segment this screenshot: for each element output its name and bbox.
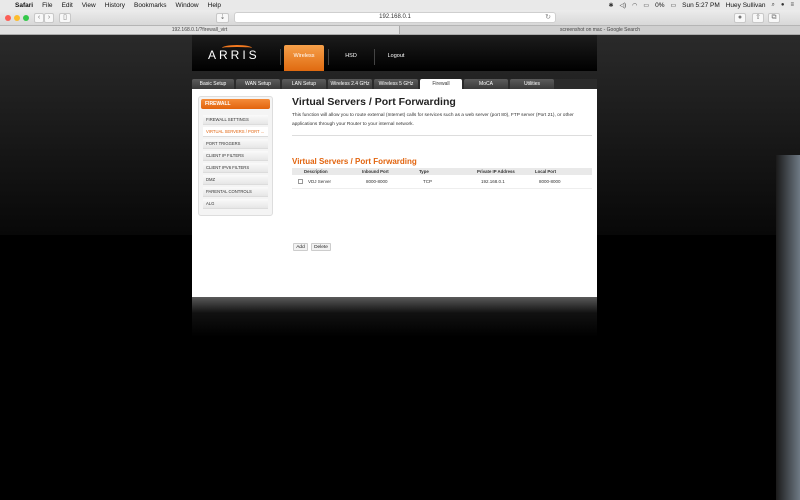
notification-center-icon[interactable]: ≡ [790,2,794,8]
menu-window[interactable]: Window [176,2,199,9]
col-private-ip: Private IP Address [477,169,515,174]
menu-help[interactable]: Help [208,2,221,9]
airplay-icon[interactable]: ▭ [643,2,649,9]
tab-wireless-24[interactable]: Wireless 2.4 GHz [328,79,372,89]
sidebar-header: FIREWALL [201,99,270,109]
sidebar-item-parental-controls[interactable]: PARENTAL CONTROLS [203,187,268,197]
minimize-window-button[interactable] [14,15,20,21]
col-inbound-port: Inbound Port [362,169,389,174]
table-header: Description Inbound Port Type Private IP… [292,168,592,175]
forward-button[interactable]: › [44,13,54,23]
nav-wireless[interactable]: Wireless [284,45,324,71]
col-local-port: Local Port [535,169,557,174]
extension-button[interactable]: ● [734,13,746,23]
menu-file[interactable]: File [42,2,52,9]
tabs-overview-button[interactable]: ⧉ [768,13,780,23]
reload-icon[interactable]: ↻ [545,13,551,22]
content-panel: FIREWALL FIREWALL SETTINGS VIRTUAL SERVE… [192,89,597,297]
cell-local-port: 8000-8000 [539,179,561,184]
bluetooth-icon[interactable]: ✱ [609,2,614,9]
add-button[interactable]: Add [293,243,308,251]
tab-moca[interactable]: MoCA [464,79,508,89]
sidebar-item-client-ipv6-filters[interactable]: CLIENT IPV6 FILTERS [203,163,268,173]
table-row[interactable]: VDJ Server 8000-8000 TCP 192.168.0.1 800… [292,175,592,189]
close-window-button[interactable] [5,15,11,21]
port-forwarding-table: Description Inbound Port Type Private IP… [292,168,592,189]
battery-percent: 0% [655,1,665,9]
status-tray: ✱ ◁) ◠ ▭ 0% ▭ Sun 5:27 PM Huey Sullivan … [609,2,795,9]
sidebar-toggle-button[interactable]: ▯ [59,13,71,23]
nav-hsd[interactable]: HSD [332,45,370,71]
browser-tab-strip: 192.168.0.1/?firewall_virt screenshot on… [0,26,800,35]
page-title: Virtual Servers / Port Forwarding [292,96,456,108]
address-bar-url: 192.168.0.1 [379,14,411,20]
firewall-sidebar: FIREWALL FIREWALL SETTINGS VIRTUAL SERVE… [198,96,273,216]
tab-lan-setup[interactable]: LAN Setup [282,79,326,89]
menu-bookmarks[interactable]: Bookmarks [134,2,167,9]
arris-logo-swoosh [222,45,252,51]
sidebar-item-alg[interactable]: ALG [203,199,268,209]
menu-app-safari[interactable]: Safari [15,2,33,9]
siri-icon[interactable]: ● [781,2,785,8]
router-tab-bar: Basic Setup WAN Setup LAN Setup Wireless… [192,79,597,89]
cell-private-ip: 192.168.0.1 [481,179,505,184]
sidebar-item-port-triggers[interactable]: PORT TRIGGERS [203,139,268,149]
sidebar-item-client-ip-filters[interactable]: CLIENT IP FILTERS [203,151,268,161]
cell-type: TCP [423,179,432,184]
tab-basic-setup[interactable]: Basic Setup [192,79,234,89]
menu-view[interactable]: View [82,2,96,9]
sidebar-item-virtual-servers[interactable]: VIRTUAL SERVERS / PORT ... [203,127,268,137]
browser-toolbar: ‹ › ▯ ⇣ 192.168.0.1 ↻ ● ⇧ ⧉ [0,10,800,26]
tab-wireless-5[interactable]: Wireless 5 GHz [374,79,418,89]
browser-tab[interactable]: screenshot on mac - Google Search [400,26,800,35]
delete-button[interactable]: Delete [311,243,331,251]
back-button[interactable]: ‹ [34,13,44,23]
web-page: ARRIS Wireless HSD Logout Basic Setup WA… [0,35,800,500]
nav-logout[interactable]: Logout [378,45,414,71]
col-type: Type [419,169,429,174]
col-description: Description [304,169,328,174]
menu-clock[interactable]: Sun 5:27 PM [682,2,720,9]
cell-inbound-port: 8000-8000 [366,179,388,184]
menu-edit[interactable]: Edit [62,2,73,9]
divider [292,135,592,136]
wifi-icon[interactable]: ◠ [632,2,637,9]
row-select-checkbox[interactable] [298,179,303,184]
browser-tab-active[interactable]: 192.168.0.1/?firewall_virt [0,26,400,34]
tab-wan-setup[interactable]: WAN Setup [236,79,280,89]
page-description: This function will allow you to route ex… [292,113,574,127]
volume-icon[interactable]: ◁) [620,2,627,9]
sidebar-item-firewall-settings[interactable]: FIREWALL SETTINGS [203,115,268,125]
macos-menu-bar: Safari File Edit View History Bookmarks … [0,0,800,10]
router-header: ARRIS Wireless HSD Logout [192,35,597,71]
menu-user[interactable]: Huey Sullivan [726,2,766,9]
zoom-window-button[interactable] [23,15,29,21]
cell-description: VDJ Server [308,179,332,184]
tab-utilities[interactable]: Utilities [510,79,554,89]
battery-icon[interactable]: ▭ [670,2,676,9]
menu-history[interactable]: History [105,2,125,9]
downloads-button[interactable]: ⇣ [216,13,229,23]
sidebar-item-dmz[interactable]: DMZ [203,175,268,185]
tab-firewall[interactable]: Firewall [420,79,462,89]
spotlight-search-icon[interactable]: ⌕ [771,2,774,9]
section-title: Virtual Servers / Port Forwarding [292,157,417,166]
address-bar[interactable]: 192.168.0.1 ↻ [234,12,556,23]
router-footer [192,297,597,337]
share-button[interactable]: ⇧ [752,13,764,23]
